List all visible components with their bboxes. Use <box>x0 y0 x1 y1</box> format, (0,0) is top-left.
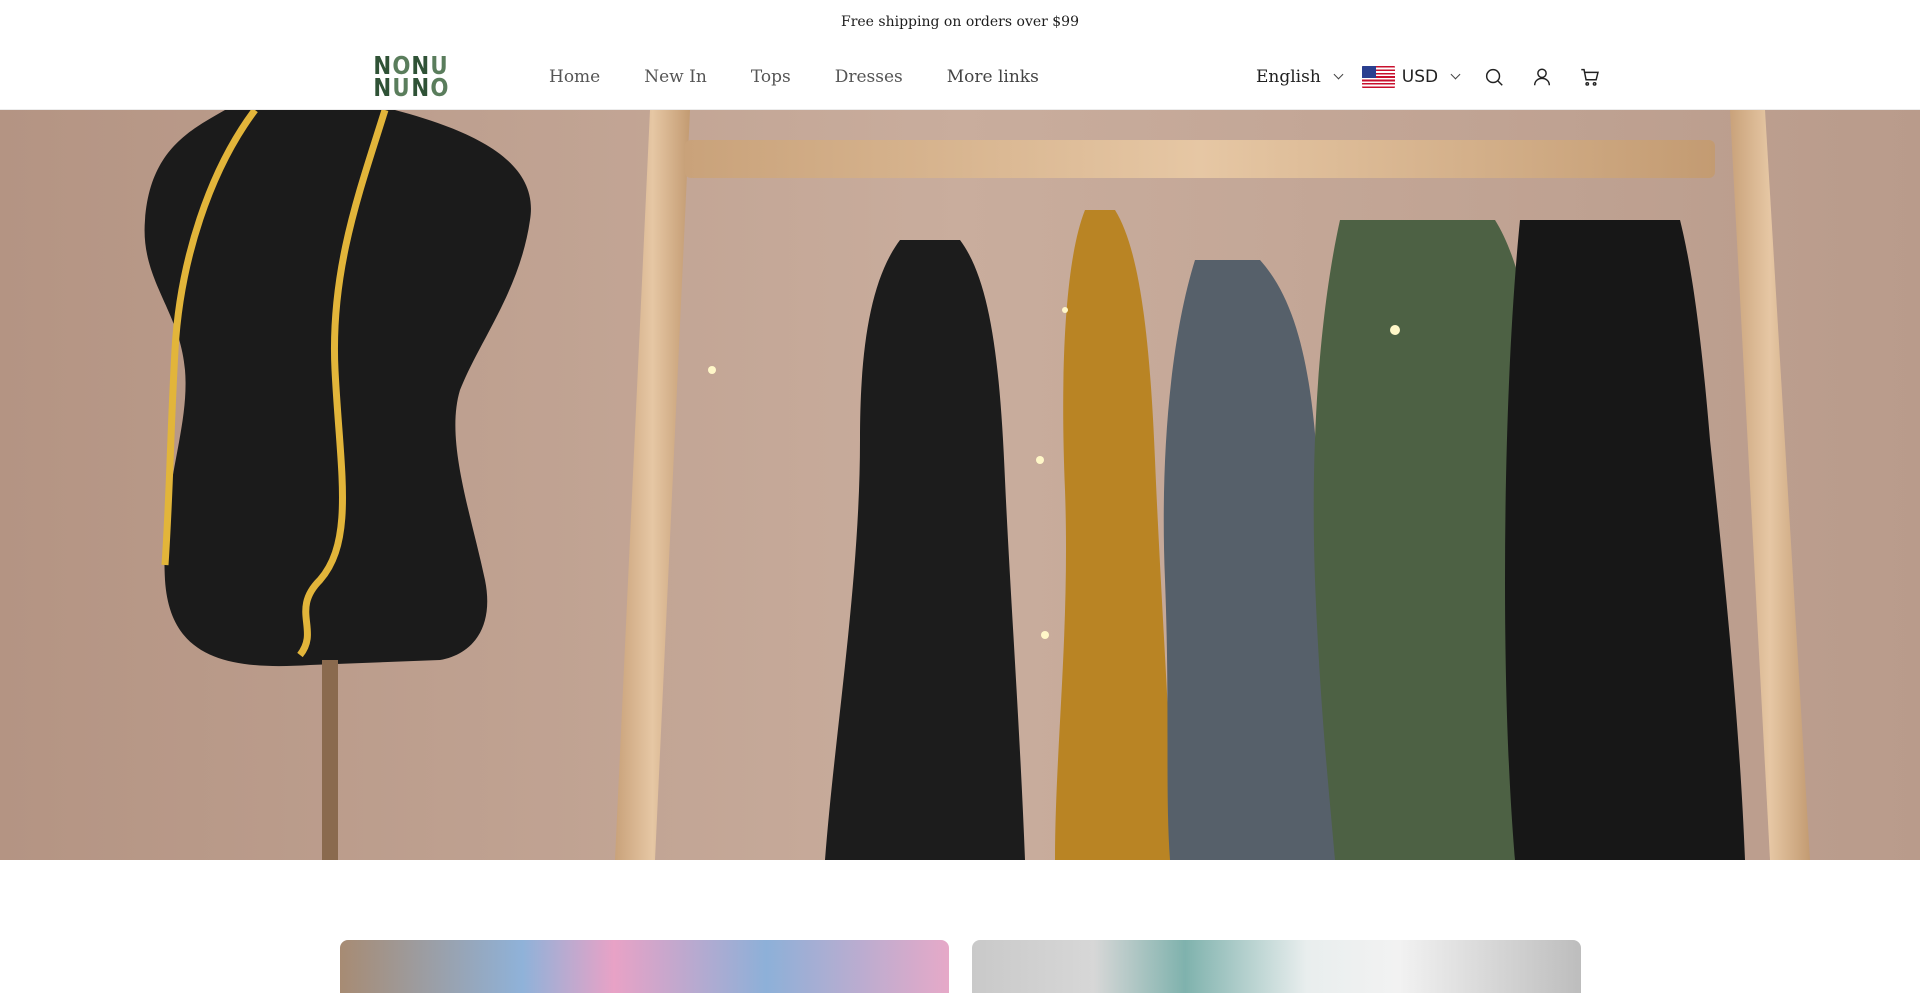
us-flag-icon <box>1361 65 1395 88</box>
site-header: N O N U N U N O Home New In Tops Dresses… <box>0 43 1920 110</box>
fairy-light <box>708 366 716 374</box>
hero-image <box>0 110 1920 860</box>
logo-letter: N <box>411 73 430 102</box>
fairy-light <box>1390 325 1400 335</box>
nav-item-tops[interactable]: Tops <box>751 67 791 87</box>
hero-banner[interactable] <box>0 110 1920 860</box>
nav-item-home[interactable]: Home <box>549 67 600 87</box>
fairy-light <box>1062 307 1068 313</box>
rack-rail <box>685 140 1715 178</box>
language-selector[interactable]: English <box>1256 66 1344 87</box>
currency-label: USD <box>1401 66 1439 87</box>
collection-card[interactable] <box>340 940 949 993</box>
featured-collections <box>0 940 1920 993</box>
nav-item-dresses[interactable]: Dresses <box>835 67 903 87</box>
main-nav: Home New In Tops Dresses More links <box>549 43 1083 110</box>
nav-item-new-in[interactable]: New In <box>644 67 707 87</box>
logo-letter: O <box>430 73 449 102</box>
nav-item-more-links[interactable]: More links <box>947 67 1039 87</box>
currency-selector[interactable]: USD <box>1361 65 1461 88</box>
fairy-light <box>1036 456 1044 464</box>
cart-icon[interactable] <box>1577 64 1603 90</box>
fairy-light <box>1041 631 1049 639</box>
account-icon[interactable] <box>1529 64 1555 90</box>
announcement-bar: Free shipping on orders over $99 <box>0 0 1920 43</box>
chevron-down-icon <box>1450 69 1461 80</box>
collection-card[interactable] <box>972 940 1581 993</box>
language-label: English <box>1256 66 1321 87</box>
logo-letter: U <box>392 73 410 102</box>
brand-logo[interactable]: N O N U N U N O <box>372 53 449 102</box>
chevron-down-icon <box>1333 69 1344 80</box>
mannequin-stand <box>322 660 338 860</box>
announcement-text: Free shipping on orders over $99 <box>840 13 1079 30</box>
logo-letter: N <box>373 73 392 102</box>
header-actions: English USD <box>1256 43 1625 110</box>
search-icon[interactable] <box>1481 64 1507 90</box>
